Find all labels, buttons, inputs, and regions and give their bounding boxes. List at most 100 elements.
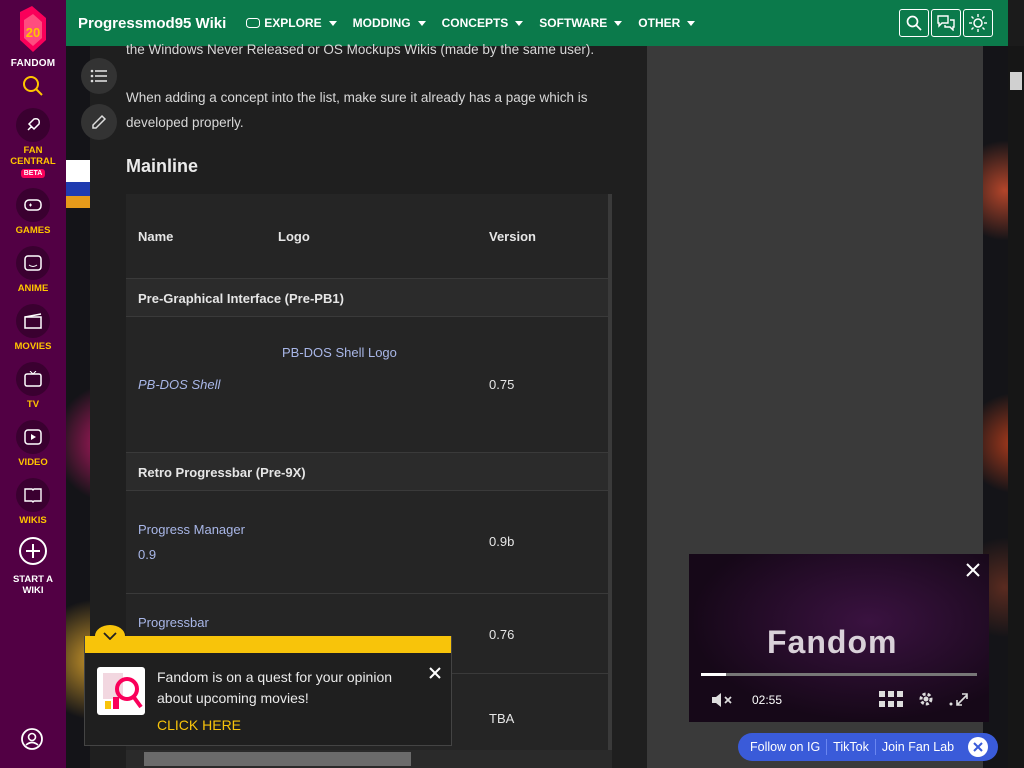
concept-name-link[interactable]: Progress Manager bbox=[138, 522, 245, 537]
rocket-icon bbox=[16, 108, 50, 142]
table-group-row: Retro Progressbar (Pre-9X) bbox=[126, 453, 608, 491]
guideline-line-1: When adding a concept into the list, mak… bbox=[126, 90, 588, 105]
page-scrollbar[interactable] bbox=[1008, 46, 1024, 768]
table-row: PB-DOS Shell PB-DOS Shell Logo 0.75 bbox=[126, 317, 608, 453]
follow-instagram-link[interactable]: Follow on IG bbox=[750, 739, 828, 755]
column-header-version[interactable]: Version bbox=[489, 229, 536, 244]
rail-search-button[interactable] bbox=[22, 75, 44, 102]
social-links-bar: Follow on IG TikTok Join Fan Lab bbox=[738, 733, 998, 761]
edit-button[interactable] bbox=[81, 104, 117, 140]
rail-item-label: VIDEO bbox=[18, 457, 48, 468]
concept-name-link-line2[interactable]: 0.9 bbox=[138, 547, 156, 562]
video-controls bbox=[879, 690, 969, 713]
video-logo-text: Fandom bbox=[767, 624, 898, 660]
close-icon bbox=[973, 742, 983, 752]
fullscreen-button[interactable] bbox=[949, 691, 969, 712]
fandom-logo[interactable]: 20 bbox=[14, 6, 52, 56]
grid-icon bbox=[879, 691, 903, 707]
scrollbar-thumb[interactable] bbox=[144, 752, 411, 766]
join-fan-lab-link[interactable]: Join Fan Lab bbox=[876, 739, 960, 755]
user-avatar-icon bbox=[21, 728, 43, 750]
chevron-down-icon bbox=[328, 20, 337, 26]
fandom-global-nav: 20 FANDOM FAN CENTRAL BETA GAMES ANIME M… bbox=[0, 0, 66, 768]
list-icon bbox=[90, 69, 107, 83]
settings-button[interactable] bbox=[917, 690, 935, 713]
rail-item-label: START A WIKI bbox=[12, 574, 54, 596]
tiktok-link[interactable]: TikTok bbox=[827, 739, 876, 755]
close-video-button[interactable] bbox=[965, 562, 981, 583]
nav-explore[interactable]: EXPLORE bbox=[246, 16, 337, 30]
nav-label: CONCEPTS bbox=[441, 16, 509, 30]
user-account-button[interactable] bbox=[20, 727, 44, 756]
rail-item-wikis[interactable]: WIKIS bbox=[16, 478, 50, 526]
survey-illustration-icon bbox=[103, 673, 143, 709]
theme-toggle-button[interactable] bbox=[963, 9, 993, 37]
rail-item-label: GAMES bbox=[15, 225, 51, 236]
play-icon bbox=[16, 420, 50, 454]
chevron-down-icon bbox=[103, 632, 117, 640]
table-horizontal-scrollbar[interactable] bbox=[126, 750, 612, 768]
fandom-flame-icon: 20 bbox=[20, 6, 46, 52]
notification-text: Fandom is on a quest for your opinion ab… bbox=[157, 669, 393, 706]
gamepad-icon bbox=[246, 18, 261, 28]
intro-paragraph: the Windows Never Released or OS Mockups… bbox=[126, 42, 595, 57]
survey-notification: Fandom is on a quest for your opinion ab… bbox=[84, 625, 452, 746]
concept-logo-link[interactable]: PB-DOS Shell Logo bbox=[282, 345, 397, 360]
rail-item-movies[interactable]: MOVIES bbox=[15, 304, 51, 352]
nav-label: SOFTWARE bbox=[539, 16, 608, 30]
scrollbar-thumb[interactable] bbox=[1010, 72, 1022, 90]
nav-other[interactable]: OTHER bbox=[638, 16, 696, 30]
group-title: Pre-Graphical Interface (Pre-PB1) bbox=[138, 291, 344, 306]
playlist-button[interactable] bbox=[879, 691, 903, 712]
search-icon bbox=[23, 76, 43, 96]
video-time: 02:55 bbox=[752, 693, 783, 707]
column-header-logo[interactable]: Logo bbox=[278, 229, 310, 244]
gear-icon bbox=[919, 692, 933, 706]
concept-version: 0.75 bbox=[489, 377, 515, 392]
rail-item-label: ANIME bbox=[17, 283, 49, 294]
video-progress-bar[interactable] bbox=[701, 673, 977, 676]
wiki-title[interactable]: Progressmod95 Wiki bbox=[78, 15, 226, 32]
discussions-icon bbox=[937, 15, 955, 31]
close-notification-button[interactable] bbox=[429, 666, 441, 684]
guideline-line-2: developed properly. bbox=[126, 115, 244, 130]
rail-item-label: FAN CENTRAL bbox=[10, 145, 56, 167]
concept-version: 0.76 bbox=[489, 627, 515, 642]
nav-label: EXPLORE bbox=[264, 16, 322, 30]
fandom-logo-label: FANDOM bbox=[10, 58, 56, 69]
rail-item-video[interactable]: VIDEO bbox=[16, 420, 50, 468]
survey-illustration bbox=[97, 667, 145, 715]
nav-modding[interactable]: MODDING bbox=[353, 16, 426, 30]
close-icon bbox=[429, 667, 441, 679]
concept-name-link[interactable]: PB-DOS Shell bbox=[138, 377, 220, 392]
nav-tools bbox=[899, 9, 993, 37]
video-player[interactable]: Fandom 02:55 bbox=[689, 554, 989, 722]
rail-item-label: WIKIS bbox=[19, 515, 47, 526]
background-strip bbox=[66, 160, 92, 208]
rail-item-fan-central[interactable]: FAN CENTRAL BETA bbox=[8, 108, 58, 178]
notification-cta-link[interactable]: CLICK HERE bbox=[157, 717, 241, 733]
rail-item-tv[interactable]: TV bbox=[16, 362, 50, 410]
rail-item-games[interactable]: GAMES bbox=[15, 188, 51, 236]
close-social-bar-button[interactable] bbox=[968, 737, 989, 757]
rail-item-start-a-wiki[interactable]: START A WIKI bbox=[8, 536, 58, 596]
fandom-logo-number: 20 bbox=[26, 25, 40, 40]
column-header-name[interactable]: Name bbox=[138, 229, 173, 244]
rail-item-label: TV bbox=[26, 399, 40, 410]
plus-circle-icon bbox=[18, 536, 48, 571]
concept-name-link[interactable]: Progressbar bbox=[138, 615, 209, 630]
concept-version: TBA bbox=[489, 711, 515, 726]
tv-icon bbox=[16, 362, 50, 396]
rail-item-anime[interactable]: ANIME bbox=[16, 246, 50, 294]
collapse-notification-button[interactable] bbox=[95, 625, 125, 647]
nav-software[interactable]: SOFTWARE bbox=[539, 16, 623, 30]
sun-icon bbox=[969, 14, 987, 32]
gamepad-icon bbox=[16, 188, 50, 222]
search-button[interactable] bbox=[899, 9, 929, 37]
mute-button[interactable] bbox=[711, 692, 733, 713]
chevron-down-icon bbox=[417, 20, 426, 26]
discussions-button[interactable] bbox=[931, 9, 961, 37]
group-title: Retro Progressbar (Pre-9X) bbox=[138, 465, 306, 480]
nav-concepts[interactable]: CONCEPTS bbox=[442, 16, 524, 30]
table-of-contents-button[interactable] bbox=[81, 58, 117, 94]
